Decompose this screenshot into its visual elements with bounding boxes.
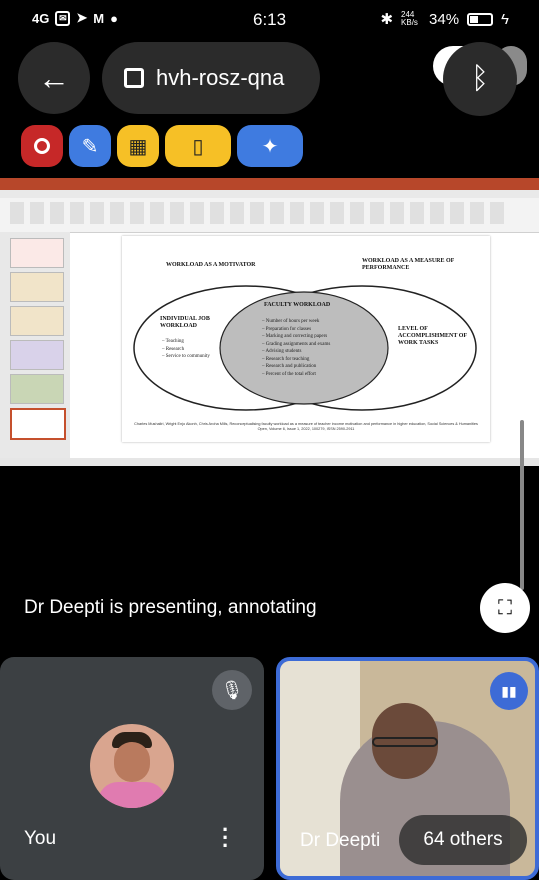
back-arrow-icon: ← xyxy=(38,59,70,96)
slide-thumb xyxy=(10,306,64,336)
mic-off-indicator: 🎙 xyxy=(212,670,252,710)
venn-center-item: – Research and publication xyxy=(262,364,317,369)
venn-center-heading: FACULTY WORKLOAD xyxy=(264,302,331,308)
others-button[interactable]: 64 others xyxy=(399,815,527,865)
status-right: ✱ 244 KB/s 34% ϟ xyxy=(380,10,509,29)
fullscreen-icon: ⛶ xyxy=(498,596,512,619)
message-icon: ✉ xyxy=(55,10,71,26)
net-speed: 244 KB/s xyxy=(401,10,418,27)
mic-off-icon: 🎙 xyxy=(220,679,244,700)
venn-center-item: – Advising students xyxy=(262,349,302,354)
mcdonalds-icon: M xyxy=(93,10,105,26)
self-name: You xyxy=(24,828,57,849)
pen-icon: ✎ xyxy=(81,135,99,158)
network-type: 4G xyxy=(32,10,50,26)
annotate-button[interactable]: ✎ xyxy=(69,125,111,167)
status-bar: 4G ✉ ➤ M ● 6:13 ✱ 244 KB/s 34% ϟ xyxy=(0,0,539,40)
avatar xyxy=(90,724,174,808)
bluetooth-status-icon: ✱ xyxy=(380,11,394,28)
powerpoint-status-bar xyxy=(0,458,539,466)
slide-thumb-selected xyxy=(10,408,66,440)
venn-center-item: – Number of hours per week xyxy=(262,319,320,324)
audio-level-icon: ▮▮ xyxy=(501,682,517,699)
venn-left-item: – Service to community xyxy=(162,354,210,359)
bluetooth-audio-button[interactable]: ᛒ xyxy=(443,42,517,116)
venn-left-item: – Teaching xyxy=(162,339,184,344)
calendar-icon xyxy=(124,68,144,88)
speaking-indicator: ▮▮ xyxy=(490,672,528,710)
grid-off-icon: ▦ xyxy=(128,135,148,158)
slide-thumb xyxy=(10,238,64,268)
venn-center-list: – Number of hours per week – Preparation… xyxy=(262,318,360,378)
venn-left-item: – Research xyxy=(162,346,185,352)
venn-center-item: – Percent of the total effort xyxy=(262,371,316,377)
presenter-name: Dr Deepti xyxy=(300,830,381,851)
slide-thumbnails xyxy=(0,232,70,458)
telegram-icon: ➤ xyxy=(76,10,88,25)
fullscreen-button[interactable]: ⛶ xyxy=(480,583,530,633)
scrollbar[interactable] xyxy=(520,420,524,590)
bluetooth-icon: ᛒ xyxy=(471,62,489,95)
presenting-label: Dr Deepti is presenting, annotating xyxy=(24,597,317,618)
venn-center-item: – Grading assignments and exams xyxy=(262,341,331,347)
no-grid-button[interactable]: ▦ xyxy=(117,125,159,167)
battery-icon xyxy=(467,12,494,26)
venn-center-item: – Preparation for classes xyxy=(262,326,312,332)
charging-icon: ϟ xyxy=(501,10,509,28)
shared-screen[interactable]: WORKLOAD AS A MOTIVATOR WORKLOAD AS A ME… xyxy=(0,178,539,466)
breakout-button[interactable]: ▯ xyxy=(165,125,231,167)
powerpoint-ribbon xyxy=(0,190,539,233)
slide-thumb xyxy=(10,340,64,370)
venn-center-item: – Marking and correcting papers xyxy=(262,334,328,339)
powerpoint-title-bar xyxy=(0,178,539,190)
sparkle-icon: ✦ xyxy=(261,135,279,158)
slide-thumb xyxy=(10,374,64,404)
status-left: 4G ✉ ➤ M ● xyxy=(32,10,118,26)
venn-right-heading: LEVEL OF ACCOMPLISHMENT OF WORK TASKS xyxy=(398,326,467,346)
more-options-button[interactable]: · · · xyxy=(222,819,229,857)
meeting-code: hvh-rosz-qna xyxy=(156,65,285,90)
battery-percent: 34% xyxy=(429,10,460,28)
venn-left-list: – Teaching – Research – Service to commu… xyxy=(162,338,218,361)
meeting-info-button[interactable]: hvh-rosz-qna xyxy=(102,42,320,114)
ai-sparkle-button[interactable]: ✦ xyxy=(237,125,303,167)
alert-icon: ● xyxy=(110,10,118,26)
door-icon: ▯ xyxy=(192,135,204,158)
slide-citation: Charles Mushaliri, Wright Enjo Akonh, Ch… xyxy=(134,422,478,431)
slide-thumb xyxy=(10,272,64,302)
record-button[interactable] xyxy=(21,125,63,167)
venn-left-heading: INDIVIDUAL JOB WORKLOAD xyxy=(160,316,210,329)
record-icon xyxy=(34,138,50,154)
more-vert-icon: · · · xyxy=(222,817,230,858)
slide-canvas: WORKLOAD AS A MOTIVATOR WORKLOAD AS A ME… xyxy=(122,236,490,442)
status-time: 6:13 xyxy=(253,10,287,29)
back-button[interactable]: ← xyxy=(18,42,90,114)
venn-center-item: – Research for teaching xyxy=(262,356,310,362)
